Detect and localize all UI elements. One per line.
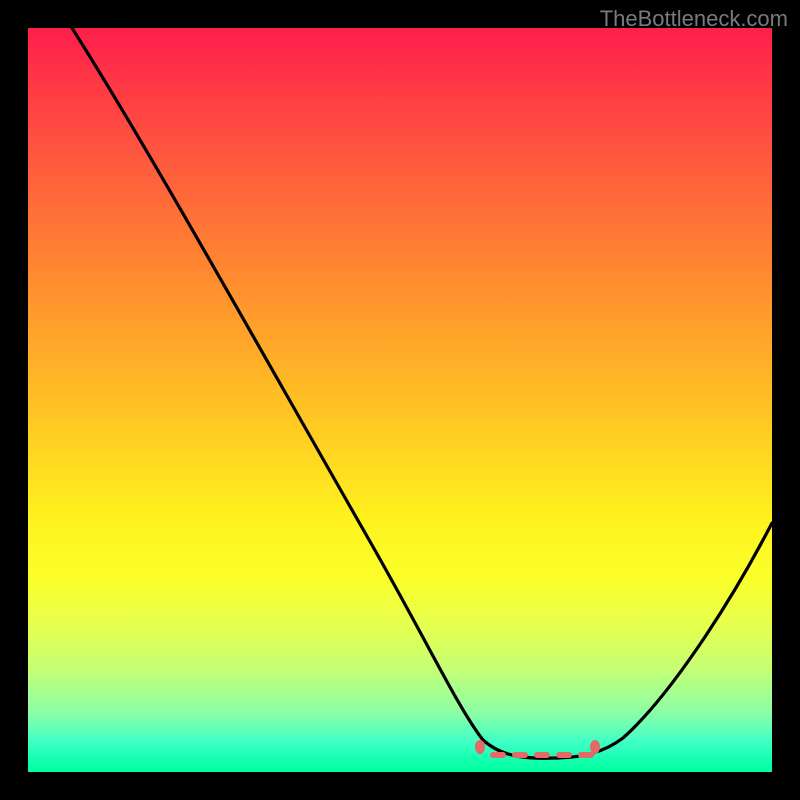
dash — [556, 752, 572, 758]
bottleneck-curve — [72, 28, 772, 758]
watermark-text: TheBottleneck.com — [600, 6, 788, 32]
marker-left — [475, 740, 485, 754]
plot-area — [28, 28, 772, 772]
dash — [512, 752, 528, 758]
chart-container: TheBottleneck.com — [0, 0, 800, 800]
optimal-zone-dashes — [490, 752, 594, 758]
dash — [578, 752, 594, 758]
dash — [534, 752, 550, 758]
curve-svg — [28, 28, 772, 772]
dash — [490, 752, 506, 758]
